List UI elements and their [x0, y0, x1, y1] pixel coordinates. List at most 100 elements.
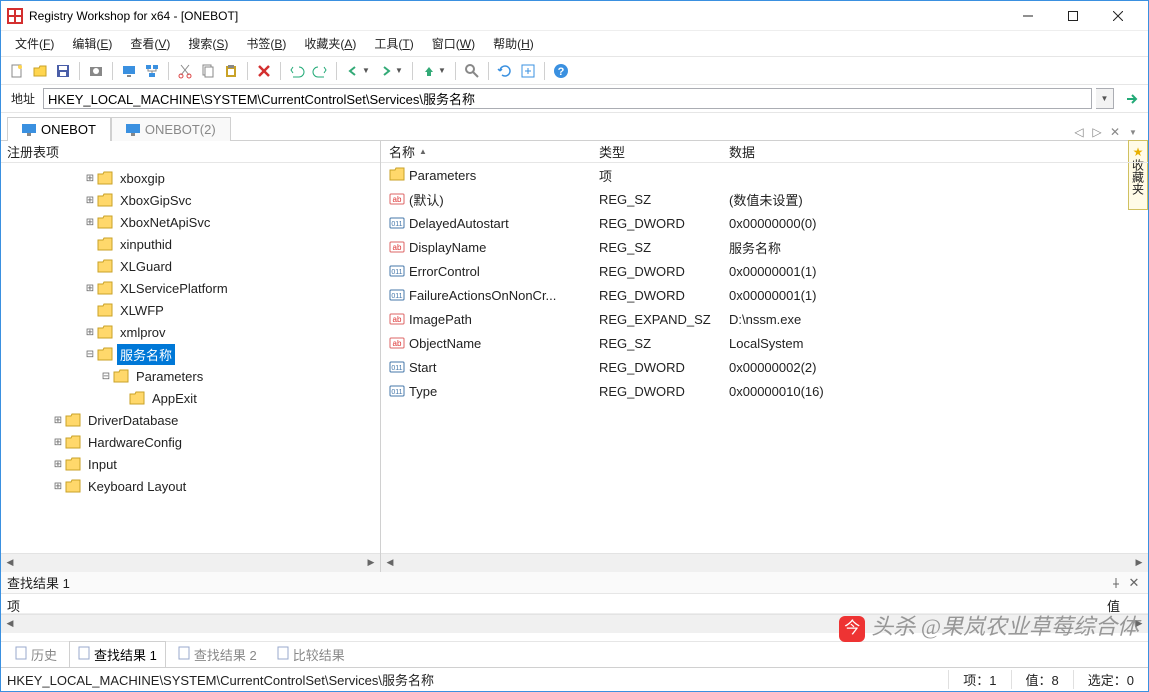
results-col-value[interactable]: 值: [1101, 594, 1126, 613]
close-button[interactable]: [1095, 2, 1140, 30]
menu-a[interactable]: 收藏夹(A): [296, 32, 364, 55]
tab-menu-icon[interactable]: ▼: [1125, 124, 1141, 140]
tree-label: xinputhid: [117, 236, 175, 253]
maximize-button[interactable]: [1050, 2, 1095, 30]
tree-node[interactable]: ⊞DriverDatabase: [3, 409, 378, 431]
tree-node[interactable]: AppExit: [3, 387, 378, 409]
expand-toggle[interactable]: ⊞: [51, 459, 65, 470]
save-icon[interactable]: [53, 61, 73, 81]
results-hscroll[interactable]: ◀▶: [1, 614, 1148, 632]
tab-prev-icon[interactable]: ◁: [1071, 124, 1087, 140]
delete-icon[interactable]: [254, 61, 274, 81]
tree-view[interactable]: ⊞xboxgip⊞XboxGipSvc⊞XboxNetApiSvc xinputh…: [1, 163, 380, 553]
back-button[interactable]: ▼: [343, 61, 373, 81]
menu-h[interactable]: 帮助(H): [485, 32, 542, 55]
menu-f[interactable]: 文件(F): [7, 32, 62, 55]
tool-icon[interactable]: [518, 61, 538, 81]
value-row[interactable]: 011FailureActionsOnNonCr...REG_DWORD0x00…: [381, 283, 1148, 307]
value-row[interactable]: ab(默认)REG_SZ(数值未设置): [381, 187, 1148, 211]
pin-icon[interactable]: [1108, 575, 1124, 591]
redo-icon[interactable]: [310, 61, 330, 81]
open-icon[interactable]: [30, 61, 50, 81]
tree-node[interactable]: ⊞xmlprov: [3, 321, 378, 343]
bottom-tab[interactable]: 查找结果 1: [69, 641, 166, 668]
value-type: REG_DWORD: [591, 288, 721, 303]
value-row[interactable]: 011TypeREG_DWORD0x00000010(16): [381, 379, 1148, 403]
value-row[interactable]: Parameters项: [381, 163, 1148, 187]
window-title: Registry Workshop for x64 - [ONEBOT]: [29, 9, 238, 23]
panel-close-icon[interactable]: ✕: [1126, 575, 1142, 591]
col-type[interactable]: 类型: [591, 141, 721, 162]
tree-node[interactable]: ⊞XboxNetApiSvc: [3, 211, 378, 233]
bottom-tab[interactable]: 比较结果: [269, 642, 353, 667]
tab-label: ONEBOT: [41, 122, 96, 137]
menu-s[interactable]: 搜索(S): [180, 32, 236, 55]
bottom-tab[interactable]: 查找结果 2: [170, 642, 265, 667]
tree-node[interactable]: ⊞HardwareConfig: [3, 431, 378, 453]
capture-icon[interactable]: [86, 61, 106, 81]
tree-node[interactable]: ⊞XLServicePlatform: [3, 277, 378, 299]
menu-w[interactable]: 窗口(W): [424, 32, 483, 55]
tree-node[interactable]: ⊞Input: [3, 453, 378, 475]
monitor-icon[interactable]: [119, 61, 139, 81]
value-icon: 011: [389, 215, 405, 231]
tree-node[interactable]: XLWFP: [3, 299, 378, 321]
expand-toggle[interactable]: ⊞: [83, 283, 97, 294]
tree-node[interactable]: ⊞xboxgip: [3, 167, 378, 189]
find-icon[interactable]: [462, 61, 482, 81]
tree-node[interactable]: xinputhid: [3, 233, 378, 255]
address-input[interactable]: [43, 88, 1092, 109]
tab-next-icon[interactable]: ▷: [1089, 124, 1105, 140]
menu-t[interactable]: 工具(T): [366, 32, 421, 55]
expand-toggle[interactable]: ⊞: [83, 217, 97, 228]
menu-v[interactable]: 查看(V): [122, 32, 178, 55]
menu-e[interactable]: 编辑(E): [64, 32, 120, 55]
network-icon[interactable]: [142, 61, 162, 81]
tree-node[interactable]: ⊟Parameters: [3, 365, 378, 387]
menu-b[interactable]: 书签(B): [238, 32, 294, 55]
values-hscroll[interactable]: ◀▶: [381, 553, 1148, 571]
value-data: D:\nssm.exe: [721, 312, 1148, 327]
value-row[interactable]: 011StartREG_DWORD0x00000002(2): [381, 355, 1148, 379]
tree-node[interactable]: XLGuard: [3, 255, 378, 277]
value-row[interactable]: abDisplayNameREG_SZ服务名称: [381, 235, 1148, 259]
cut-icon[interactable]: [175, 61, 195, 81]
value-row[interactable]: abObjectNameREG_SZLocalSystem: [381, 331, 1148, 355]
forward-button[interactable]: ▼: [376, 61, 406, 81]
help-icon[interactable]: ?: [551, 61, 571, 81]
col-data[interactable]: 数据: [721, 141, 1148, 162]
value-row[interactable]: 011DelayedAutostartREG_DWORD0x00000000(0…: [381, 211, 1148, 235]
doc-tab[interactable]: ONEBOT: [7, 117, 111, 141]
value-icon: ab: [389, 335, 405, 351]
menubar: 文件(F)编辑(E)查看(V)搜索(S)书签(B)收藏夹(A)工具(T)窗口(W…: [1, 31, 1148, 57]
minimize-button[interactable]: [1005, 2, 1050, 30]
bottom-tab[interactable]: 历史: [7, 642, 65, 667]
col-name[interactable]: 名称 ▲: [381, 141, 591, 162]
values-list[interactable]: Parameters项ab(默认)REG_SZ(数值未设置)011Delayed…: [381, 163, 1148, 553]
copy-icon[interactable]: [198, 61, 218, 81]
paste-icon[interactable]: [221, 61, 241, 81]
value-row[interactable]: abImagePathREG_EXPAND_SZD:\nssm.exe: [381, 307, 1148, 331]
expand-toggle[interactable]: ⊞: [83, 195, 97, 206]
new-icon[interactable]: [7, 61, 27, 81]
address-dropdown[interactable]: ▼: [1096, 88, 1114, 109]
results-col-item[interactable]: 项: [1, 594, 1101, 613]
expand-toggle[interactable]: ⊟: [99, 371, 113, 382]
tree-node[interactable]: ⊞Keyboard Layout: [3, 475, 378, 497]
expand-toggle[interactable]: ⊞: [51, 481, 65, 492]
expand-toggle[interactable]: ⊞: [83, 327, 97, 338]
value-row[interactable]: 011ErrorControlREG_DWORD0x00000001(1): [381, 259, 1148, 283]
undo-icon[interactable]: [287, 61, 307, 81]
tree-hscroll[interactable]: ◀▶: [1, 553, 380, 571]
tab-close-icon[interactable]: ✕: [1107, 124, 1123, 140]
expand-toggle[interactable]: ⊟: [83, 349, 97, 360]
expand-toggle[interactable]: ⊞: [83, 173, 97, 184]
doc-tab[interactable]: ONEBOT(2): [111, 117, 231, 141]
tree-node[interactable]: ⊞XboxGipSvc: [3, 189, 378, 211]
expand-toggle[interactable]: ⊞: [51, 415, 65, 426]
refresh-icon[interactable]: [495, 61, 515, 81]
go-icon[interactable]: [1122, 89, 1142, 109]
up-button[interactable]: ▼: [419, 61, 449, 81]
tree-node[interactable]: ⊟服务名称: [3, 343, 378, 365]
expand-toggle[interactable]: ⊞: [51, 437, 65, 448]
